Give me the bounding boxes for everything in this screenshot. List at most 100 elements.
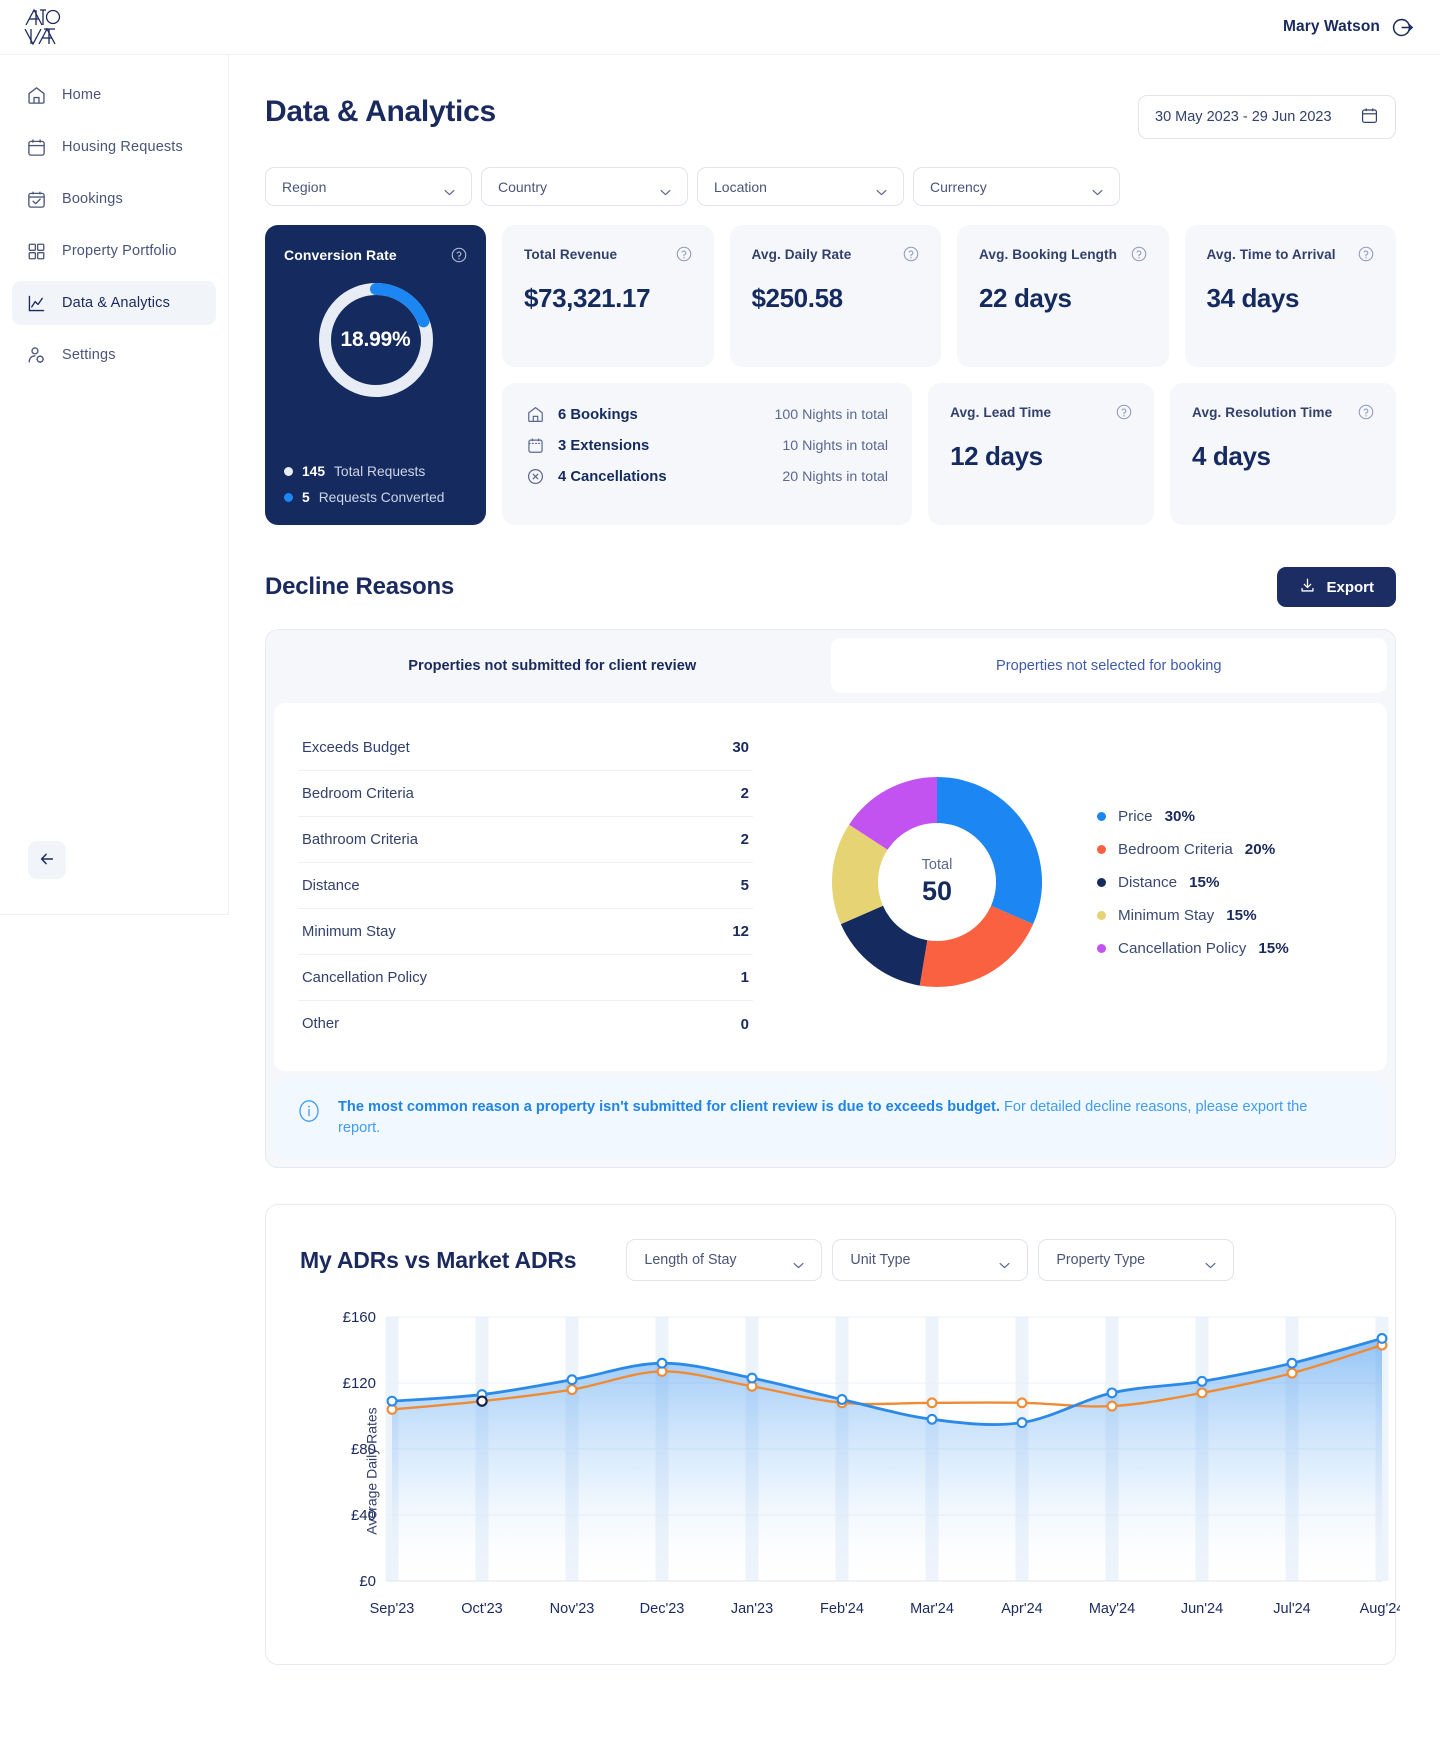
info-bold-text: The most common reason a property isn't … [338, 1099, 1000, 1115]
legend-item: Price 30% [1097, 808, 1289, 825]
legend-value: 145 [302, 464, 326, 479]
filter-length-of-stay-label: Length of Stay [644, 1252, 737, 1269]
home-icon [526, 405, 545, 424]
filter-region[interactable]: Region [265, 167, 472, 206]
kpi-card-avg-resolution-time: Avg. Resolution Time 4 days [1170, 383, 1396, 525]
conversion-rate-label: Conversion Rate [284, 247, 397, 263]
donut-center-label: Total 50 [819, 764, 1055, 1000]
adr-area-chart: £0£40£80£120£160Sep'23 Oct'23 Nov'23 Dec'23… [343, 1309, 1405, 1617]
svg-text:Jun'24: Jun'24 [1181, 1601, 1223, 1617]
filter-length-of-stay[interactable]: Length of Stay [626, 1239, 823, 1282]
help-icon[interactable] [1358, 404, 1374, 420]
kpi-value: 22 days [979, 283, 1072, 313]
filter-location-label: Location [714, 178, 767, 195]
legend-value: 5 [302, 490, 310, 505]
summary-left: 3 Extensions [526, 436, 649, 455]
conversion-card-header: Conversion Rate [284, 247, 467, 263]
legend-dot-icon [1097, 877, 1106, 887]
kpi-value: $73,321.17 [524, 283, 651, 313]
reason-count: 12 [732, 923, 749, 940]
decline-info-banner: The most common reason a property isn't … [274, 1079, 1387, 1160]
export-button[interactable]: Export [1277, 567, 1396, 607]
kpi-header: Avg. Time to Arrival [1207, 246, 1375, 262]
user-name: Mary Watson [1283, 18, 1380, 35]
summary-row: 3 Extensions 10 Nights in total [526, 436, 888, 455]
body-row: Home Housing Requests Bookings Property … [0, 55, 1440, 1737]
svg-text:Aug'24: Aug'24 [1360, 1601, 1400, 1617]
calendar-icon [526, 436, 545, 455]
kpi-header: Avg. Resolution Time [1192, 404, 1374, 420]
help-icon[interactable] [676, 246, 692, 262]
legend-label: Bedroom Criteria [1118, 840, 1233, 858]
filter-currency[interactable]: Currency [913, 167, 1120, 206]
table-row: Other 0 [298, 1001, 753, 1047]
svg-text:Oct'23: Oct'23 [461, 1601, 502, 1617]
altovita-logo[interactable] [22, 8, 62, 46]
sidebar-collapse-button[interactable] [28, 841, 66, 879]
legend-label: Total Requests [334, 464, 426, 479]
chevron-down-icon [1205, 1257, 1216, 1269]
table-row: Bedroom Criteria 2 [298, 771, 753, 817]
reason-label: Exceeds Budget [302, 739, 410, 756]
chevron-down-icon [999, 1257, 1010, 1269]
grid-icon [26, 241, 47, 262]
date-range-picker[interactable]: 30 May 2023 - 29 Jun 2023 [1138, 95, 1396, 139]
filter-property-type[interactable]: Property Type [1038, 1239, 1235, 1282]
decline-panel: Properties not submitted for client revi… [265, 629, 1396, 1169]
filter-region-label: Region [282, 178, 327, 195]
sidebar-item-data-analytics[interactable]: Data & Analytics [12, 281, 216, 325]
sidebar-item-label: Bookings [62, 191, 123, 207]
legend-label: Cancellation Policy [1118, 939, 1247, 957]
help-icon[interactable] [1131, 246, 1147, 262]
decline-donut-area: Total 50 Price 30% Bedroom Criteria 20% … [777, 717, 1363, 1047]
kpi-value: 12 days [950, 441, 1043, 471]
calendar-icon [26, 137, 47, 158]
legend-item: Minimum Stay 15% [1097, 907, 1289, 924]
filter-country[interactable]: Country [481, 167, 688, 206]
filter-unit-type-label: Unit Type [850, 1252, 911, 1269]
calendar-check-icon [26, 189, 47, 210]
legend-item: 145 Total Requests [284, 464, 467, 479]
svg-text:£0: £0 [359, 1573, 376, 1590]
legend-label: Minimum Stay [1118, 906, 1215, 924]
svg-text:Jul'24: Jul'24 [1273, 1601, 1310, 1617]
reason-label: Distance [302, 877, 360, 894]
chevron-down-icon [1092, 183, 1103, 196]
sidebar-item-home[interactable]: Home [12, 73, 216, 117]
tab-properties-not-selected[interactable]: Properties not selected for booking [830, 638, 1387, 693]
download-icon [1299, 577, 1316, 598]
help-icon[interactable] [1116, 404, 1132, 420]
kpi-header: Avg. Lead Time [950, 404, 1132, 420]
help-icon[interactable] [451, 247, 467, 263]
donut-total-label: Total [921, 857, 953, 873]
user-area: Mary Watson [1283, 16, 1414, 39]
filter-country-label: Country [498, 178, 548, 195]
summary-left-text: 3 Extensions [558, 437, 650, 454]
table-row: Distance 5 [298, 863, 753, 909]
conversion-donut: 18.99% [313, 277, 439, 403]
reason-count: 2 [740, 785, 749, 802]
reason-label: Other [302, 1016, 340, 1032]
kpi-label: Avg. Daily Rate [751, 246, 852, 262]
reason-label: Bedroom Criteria [302, 785, 414, 802]
legend-item: 5 Requests Converted [284, 490, 467, 505]
filter-unit-type[interactable]: Unit Type [832, 1239, 1029, 1282]
sidebar-item-bookings[interactable]: Bookings [12, 177, 216, 221]
filter-location[interactable]: Location [697, 167, 904, 206]
tab-properties-not-submitted[interactable]: Properties not submitted for client revi… [274, 638, 831, 695]
sidebar-item-housing-requests[interactable]: Housing Requests [12, 125, 216, 169]
logout-icon[interactable] [1391, 16, 1414, 39]
sidebar: Home Housing Requests Bookings Property … [0, 55, 229, 915]
kpi-label: Avg. Booking Length [979, 246, 1118, 262]
filter-currency-label: Currency [930, 178, 987, 195]
export-button-label: Export [1326, 578, 1374, 596]
sidebar-item-settings[interactable]: Settings [12, 333, 216, 377]
chevron-down-icon [444, 183, 455, 196]
kpi-card-avg-daily-rate: Avg. Daily Rate $250.58 [729, 225, 941, 367]
decline-tabs: Properties not submitted for client revi… [266, 630, 1395, 695]
adr-title: My ADRs vs Market ADRs [300, 1246, 577, 1273]
help-icon[interactable] [1358, 246, 1374, 262]
reason-label: Cancellation Policy [302, 969, 428, 986]
sidebar-item-property-portfolio[interactable]: Property Portfolio [12, 229, 216, 273]
help-icon[interactable] [903, 246, 919, 262]
